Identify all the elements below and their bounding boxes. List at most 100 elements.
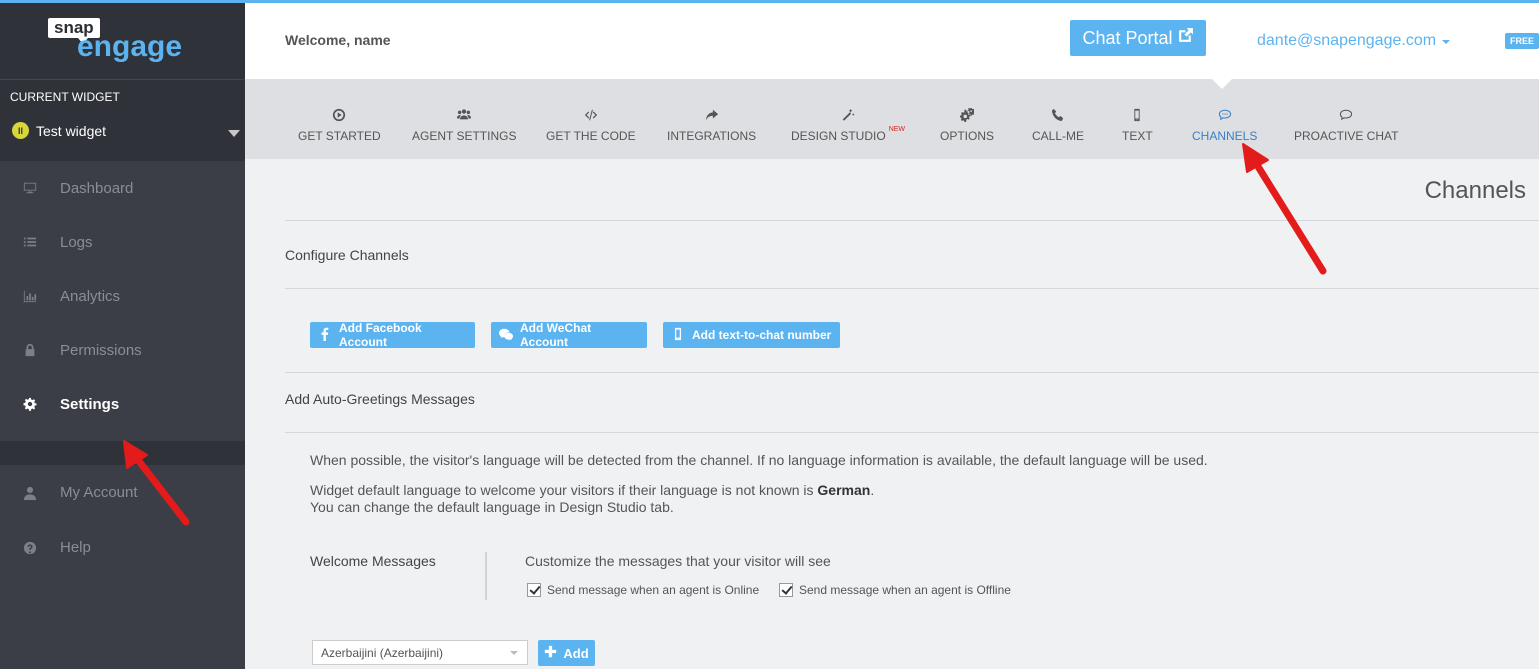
add-language-button[interactable]: Add bbox=[538, 640, 595, 666]
phone-icon bbox=[1032, 107, 1084, 123]
add-facebook-account-button[interactable]: Add Facebook Account bbox=[310, 321, 475, 349]
sidebar-item-label: Permissions bbox=[60, 341, 142, 359]
tab-label: GET THE CODE bbox=[546, 129, 636, 143]
tab-channels[interactable]: CHANNELS bbox=[1192, 107, 1257, 143]
add-text-to-chat-number-button[interactable]: Add text-to-chat number bbox=[663, 322, 840, 348]
top-header: Welcome, name Chat Portal dante@snapenga… bbox=[245, 3, 1539, 79]
code-icon bbox=[546, 107, 636, 123]
list-icon bbox=[0, 235, 60, 249]
caret-down-icon[interactable] bbox=[228, 130, 240, 137]
caret-down-icon bbox=[1442, 40, 1451, 44]
sidebar-item-help[interactable]: Help bbox=[0, 520, 245, 575]
sidebar-separator bbox=[0, 441, 245, 465]
tab-label: AGENT SETTINGS bbox=[412, 129, 517, 143]
page-title: Channels bbox=[1424, 177, 1526, 204]
facebook-icon bbox=[318, 327, 332, 344]
magic-wand-icon bbox=[791, 107, 905, 123]
tab-get-started[interactable]: GET STARTED bbox=[298, 107, 381, 143]
sidebar-item-label: My Account bbox=[60, 484, 138, 501]
chat-bubble-icon bbox=[1294, 107, 1398, 123]
wechat-icon bbox=[499, 327, 513, 344]
tab-design-studio[interactable]: DESIGN STUDIO NEW bbox=[791, 107, 905, 143]
chat-portal-button[interactable]: Chat Portal bbox=[1070, 20, 1206, 56]
send-offline-checkbox[interactable]: Send message when an agent is Offline bbox=[779, 583, 1011, 597]
chat-portal-label: Chat Portal bbox=[1082, 27, 1173, 48]
divider bbox=[285, 220, 1539, 221]
widget-name: Test widget bbox=[36, 122, 107, 139]
channels-content: Channels Configure Channels Add Facebook… bbox=[245, 159, 1539, 669]
divider bbox=[285, 432, 1539, 433]
sidebar-item-label: Logs bbox=[60, 233, 93, 251]
sidebar-item-label: Help bbox=[60, 539, 91, 556]
tab-agent-settings[interactable]: AGENT SETTINGS bbox=[412, 107, 516, 143]
welcome-messages-label: Welcome Messages bbox=[310, 553, 436, 569]
tab-proactive-chat[interactable]: PROACTIVE CHAT bbox=[1294, 107, 1398, 143]
tab-label: GET STARTED bbox=[298, 129, 381, 143]
widget-status-pause-icon: II bbox=[12, 122, 29, 139]
account-email-dropdown[interactable]: dante@snapengage.com bbox=[1257, 32, 1451, 50]
default-language-info: Widget default language to welcome your … bbox=[310, 482, 875, 498]
tab-label: OPTIONS bbox=[940, 129, 995, 143]
external-link-icon bbox=[1177, 27, 1194, 49]
tab-integrations[interactable]: INTEGRATIONS bbox=[667, 107, 756, 143]
monitor-icon bbox=[0, 181, 60, 195]
sidebar-account-nav: My Account Help bbox=[0, 465, 245, 575]
logo-engage-text: engage bbox=[77, 30, 183, 63]
button-label: Add Facebook Account bbox=[339, 321, 422, 349]
bar-chart-icon bbox=[0, 289, 60, 303]
current-widget-selector[interactable]: CURRENT WIDGET II Test widget bbox=[0, 79, 245, 161]
tab-options[interactable]: OPTIONS bbox=[940, 107, 994, 143]
tab-call-me[interactable]: CALL-ME bbox=[1032, 107, 1084, 143]
sidebar-item-permissions[interactable]: Permissions bbox=[0, 323, 245, 377]
button-label: Add bbox=[563, 645, 589, 661]
plan-badge: FREE bbox=[1505, 33, 1539, 49]
sidebar-item-my-account[interactable]: My Account bbox=[0, 465, 245, 520]
top-accent-line bbox=[0, 0, 1539, 3]
tab-text[interactable]: TEXT bbox=[1122, 107, 1153, 143]
users-icon bbox=[412, 107, 516, 123]
language-detection-info: When possible, the visitor's language wi… bbox=[310, 452, 1208, 468]
welcome-messages-description: Customize the messages that your visitor… bbox=[525, 553, 831, 569]
checkbox-label: Send message when an agent is Online bbox=[547, 583, 760, 597]
language-select-value: Azerbaijini (Azerbaijini) bbox=[321, 645, 444, 660]
sidebar-item-logs[interactable]: Logs bbox=[0, 215, 245, 269]
gear-icon bbox=[0, 397, 60, 411]
add-wechat-account-button[interactable]: Add WeChat Account bbox=[491, 321, 647, 349]
design-studio-hint: You can change the default language in D… bbox=[310, 499, 674, 515]
sidebar: snap engage CURRENT WIDGET II Test widge… bbox=[0, 0, 245, 669]
caret-down-icon bbox=[510, 651, 518, 655]
tab-label: CALL-ME bbox=[1032, 129, 1085, 143]
tab-label: INTEGRATIONS bbox=[667, 129, 757, 143]
language-select[interactable]: Azerbaijini (Azerbaijini) bbox=[312, 640, 528, 665]
send-online-checkbox[interactable]: Send message when an agent is Online bbox=[527, 583, 759, 597]
tab-label: CHANNELS bbox=[1192, 129, 1258, 143]
sidebar-nav: Dashboard Logs Analytics Permissions Set… bbox=[0, 161, 245, 431]
auto-greetings-title: Add Auto-Greetings Messages bbox=[285, 391, 475, 407]
tab-label: TEXT bbox=[1122, 129, 1153, 143]
button-label: Add WeChat Account bbox=[520, 321, 592, 349]
tab-label: DESIGN STUDIO bbox=[791, 129, 886, 143]
vertical-divider bbox=[485, 552, 487, 600]
user-icon bbox=[0, 486, 60, 500]
sidebar-item-label: Analytics bbox=[60, 287, 121, 305]
current-widget-label: CURRENT WIDGET bbox=[10, 90, 120, 104]
checkbox-label: Send message when an agent is Offline bbox=[799, 583, 1011, 597]
checkbox-checked[interactable] bbox=[527, 583, 541, 597]
default-language: German bbox=[817, 482, 871, 498]
account-email: dante@snapengage.com bbox=[1257, 32, 1437, 49]
configure-channels-title: Configure Channels bbox=[285, 247, 409, 263]
mobile-icon bbox=[1122, 107, 1153, 123]
button-label: Add text-to-chat number bbox=[692, 328, 832, 342]
play-circle-icon bbox=[298, 107, 381, 123]
sidebar-item-label: Settings bbox=[60, 395, 120, 413]
tab-get-the-code[interactable]: GET THE CODE bbox=[546, 107, 636, 143]
divider bbox=[285, 288, 1539, 289]
sidebar-item-settings[interactable]: Settings bbox=[0, 377, 245, 431]
checkbox-checked[interactable] bbox=[779, 583, 793, 597]
sidebar-item-dashboard[interactable]: Dashboard bbox=[0, 161, 245, 215]
sidebar-item-analytics[interactable]: Analytics bbox=[0, 269, 245, 323]
logo[interactable]: snap engage bbox=[0, 0, 245, 79]
settings-tabs: GET STARTED AGENT SETTINGS GET THE CODE … bbox=[245, 79, 1539, 159]
welcome-text: Welcome, name bbox=[285, 32, 391, 48]
plus-icon bbox=[544, 645, 557, 661]
